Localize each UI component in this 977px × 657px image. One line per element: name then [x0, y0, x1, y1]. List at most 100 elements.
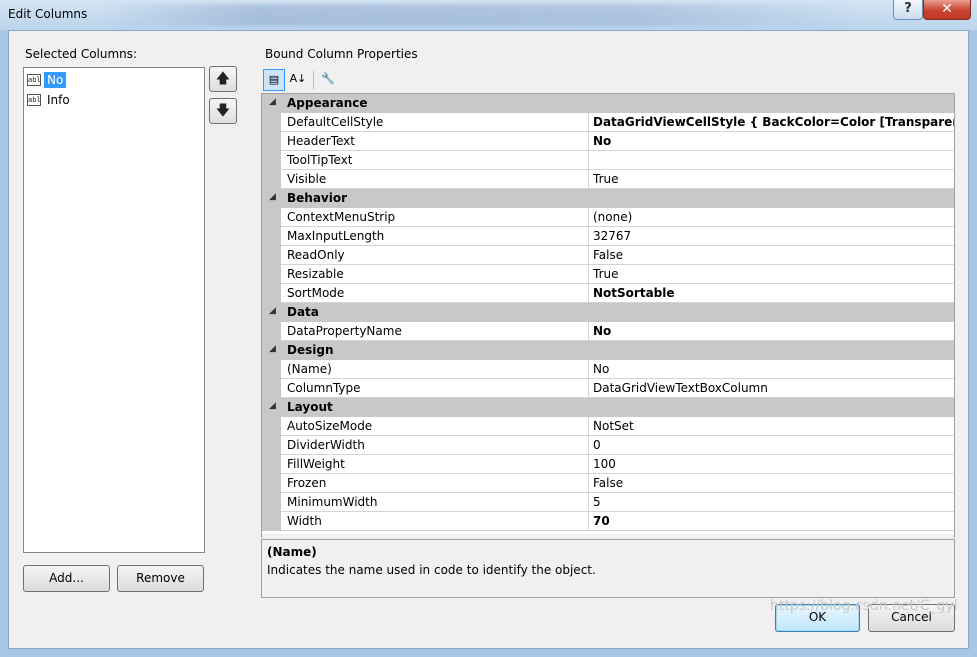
property-row[interactable]: Visible True	[262, 170, 954, 189]
category-name: Layout	[287, 400, 333, 414]
category-row[interactable]: ◢ Layout	[262, 398, 954, 417]
alphabetical-button[interactable]: A↓	[287, 69, 309, 91]
property-value[interactable]: False	[589, 246, 954, 265]
property-name[interactable]: HeaderText	[281, 132, 589, 151]
property-row[interactable]: ColumnType DataGridViewTextBoxColumn	[262, 379, 954, 398]
property-name[interactable]: ContextMenuStrip	[281, 208, 589, 227]
blurred-background	[100, 4, 860, 26]
property-name[interactable]: DataPropertyName	[281, 322, 589, 341]
category-row[interactable]: ◢ Design	[262, 341, 954, 360]
property-row[interactable]: HeaderText No	[262, 132, 954, 151]
property-value[interactable]: True	[589, 170, 954, 189]
property-value[interactable]: NotSortable	[589, 284, 954, 303]
textbox-column-icon: abl	[27, 93, 41, 106]
property-row[interactable]: ReadOnly False	[262, 246, 954, 265]
property-row[interactable]: (Name) No	[262, 360, 954, 379]
row-margin	[262, 455, 281, 474]
collapse-triangle-icon[interactable]: ◢	[269, 192, 276, 202]
property-value[interactable]: DataGridViewTextBoxColumn	[589, 379, 954, 398]
category-name: Data	[287, 305, 319, 319]
collapse-triangle-icon[interactable]: ◢	[269, 401, 276, 411]
move-up-button[interactable]: 🡅	[209, 66, 237, 92]
property-value[interactable]: 0	[589, 436, 954, 455]
category-row[interactable]: ◢ Behavior	[262, 189, 954, 208]
property-row[interactable]: FillWeight 100	[262, 455, 954, 474]
category-name: Appearance	[287, 96, 368, 110]
property-row[interactable]: DataPropertyName No	[262, 322, 954, 341]
column-item-info[interactable]: abl Info	[27, 90, 73, 109]
property-value[interactable]: 5	[589, 493, 954, 512]
row-margin	[262, 151, 281, 170]
collapse-triangle-icon[interactable]: ◢	[269, 344, 276, 354]
property-name[interactable]: (Name)	[281, 360, 589, 379]
property-value[interactable]: 100	[589, 455, 954, 474]
property-value[interactable]: No	[589, 322, 954, 341]
property-name[interactable]: ColumnType	[281, 379, 589, 398]
property-value[interactable]: 32767	[589, 227, 954, 246]
description-pane: (Name) Indicates the name used in code t…	[261, 539, 955, 598]
remove-button[interactable]: Remove	[117, 565, 204, 592]
categorized-button[interactable]: ▤	[263, 69, 285, 91]
row-margin	[262, 436, 281, 455]
dialog-client-area: Selected Columns: abl No abl Info 🡅 🡇 Ad…	[8, 30, 969, 649]
property-row[interactable]: Width 70	[262, 512, 954, 531]
property-name[interactable]: FillWeight	[281, 455, 589, 474]
category-row[interactable]: ◢ Appearance	[262, 94, 954, 113]
bound-column-properties-label: Bound Column Properties	[265, 47, 418, 61]
property-value[interactable]: False	[589, 474, 954, 493]
row-margin	[262, 265, 281, 284]
property-name[interactable]: ToolTipText	[281, 151, 589, 170]
row-margin	[262, 493, 281, 512]
row-margin	[262, 246, 281, 265]
property-value[interactable]: No	[589, 360, 954, 379]
property-name[interactable]: MinimumWidth	[281, 493, 589, 512]
property-grid[interactable]: ◢ Appearance DefaultCellStyle DataGridViewC…	[261, 93, 955, 534]
category-name: Design	[287, 343, 334, 357]
property-value[interactable]	[589, 151, 954, 170]
property-name[interactable]: Frozen	[281, 474, 589, 493]
property-pages-button[interactable]: 🔧	[317, 69, 339, 91]
property-row[interactable]: AutoSizeMode NotSet	[262, 417, 954, 436]
property-row[interactable]: Resizable True	[262, 265, 954, 284]
property-name[interactable]: SortMode	[281, 284, 589, 303]
property-name[interactable]: AutoSizeMode	[281, 417, 589, 436]
description-text: Indicates the name used in code to ident…	[267, 563, 596, 577]
property-row[interactable]: ToolTipText	[262, 151, 954, 170]
collapse-triangle-icon[interactable]: ◢	[269, 97, 276, 107]
property-row[interactable]: DividerWidth 0	[262, 436, 954, 455]
property-name[interactable]: DividerWidth	[281, 436, 589, 455]
property-row[interactable]: SortMode NotSortable	[262, 284, 954, 303]
close-button[interactable]: ✕	[923, 0, 971, 20]
property-name[interactable]: MaxInputLength	[281, 227, 589, 246]
property-value[interactable]: True	[589, 265, 954, 284]
help-button[interactable]: ?	[893, 0, 923, 20]
property-row[interactable]: DefaultCellStyle DataGridViewCellStyle { …	[262, 113, 954, 132]
column-item-no[interactable]: abl No	[27, 70, 67, 89]
property-value[interactable]: 70	[589, 512, 954, 531]
property-name[interactable]: Resizable	[281, 265, 589, 284]
row-margin	[262, 208, 281, 227]
property-value[interactable]: DataGridViewCellStyle { BackColor=Color …	[589, 113, 954, 132]
property-value[interactable]: (none)	[589, 208, 954, 227]
property-value[interactable]: NotSet	[589, 417, 954, 436]
property-name[interactable]: DefaultCellStyle	[281, 113, 589, 132]
property-row[interactable]: ContextMenuStrip (none)	[262, 208, 954, 227]
property-row[interactable]: MaxInputLength 32767	[262, 227, 954, 246]
selected-columns-list[interactable]: abl No abl Info	[23, 67, 205, 553]
property-grid-splitter[interactable]	[261, 534, 955, 538]
property-name[interactable]: Width	[281, 512, 589, 531]
row-margin	[262, 512, 281, 531]
add-button[interactable]: Add...	[23, 565, 110, 592]
selected-columns-label: Selected Columns:	[25, 47, 138, 61]
property-row[interactable]: Frozen False	[262, 474, 954, 493]
collapse-triangle-icon[interactable]: ◢	[269, 306, 276, 316]
description-title: (Name)	[267, 545, 317, 559]
row-margin	[262, 113, 281, 132]
property-row[interactable]: MinimumWidth 5	[262, 493, 954, 512]
property-value[interactable]: No	[589, 132, 954, 151]
property-name[interactable]: ReadOnly	[281, 246, 589, 265]
move-down-button[interactable]: 🡇	[209, 98, 237, 124]
toolbar-separator	[313, 71, 314, 89]
property-name[interactable]: Visible	[281, 170, 589, 189]
category-row[interactable]: ◢ Data	[262, 303, 954, 322]
